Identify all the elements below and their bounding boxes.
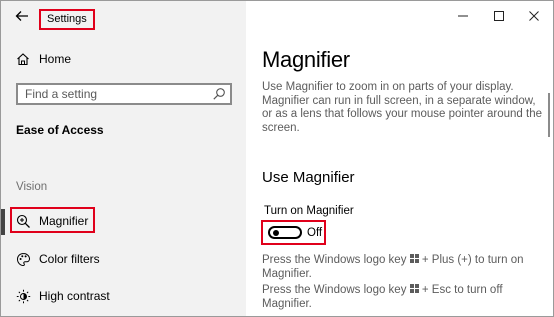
maximize-icon	[494, 11, 504, 21]
home-icon	[14, 50, 32, 68]
high-contrast-icon	[14, 287, 32, 305]
hint-turn-off: Press the Windows logo key + Esc to turn…	[262, 284, 532, 311]
back-arrow-icon	[15, 11, 28, 21]
section-header-vision: Vision	[16, 181, 48, 193]
windows-logo-icon	[409, 284, 419, 293]
close-icon	[529, 11, 539, 21]
main-content: Magnifier Use Magnifier to zoom in on pa…	[246, 1, 553, 316]
hint-text: Press the Windows logo key	[262, 284, 407, 296]
home-label: Home	[39, 52, 72, 66]
page-description: Use Magnifier to zoom in on parts of you…	[262, 81, 542, 134]
settings-window: Settings Home Find a setting Ease of Acc…	[0, 0, 554, 317]
minimize-button[interactable]	[453, 6, 473, 26]
section-title: Use Magnifier	[262, 169, 355, 186]
close-button[interactable]	[524, 6, 544, 26]
window-title: Settings	[39, 9, 95, 30]
toggle-label: Turn on Magnifier	[264, 205, 354, 217]
maximize-button[interactable]	[489, 6, 509, 26]
windows-logo-icon	[409, 254, 419, 263]
search-placeholder: Find a setting	[25, 87, 98, 101]
scrollbar[interactable]	[548, 93, 550, 137]
sidebar-item-home[interactable]: Home	[14, 48, 71, 70]
hint-text: Press the Windows logo key	[262, 254, 407, 266]
category-title: Ease of Access	[16, 123, 104, 137]
highlight-box	[10, 207, 95, 233]
search-icon	[213, 88, 225, 100]
sidebar: Settings Home Find a setting Ease of Acc…	[1, 1, 246, 316]
toggle-knob	[273, 230, 279, 236]
toggle-state: Off	[307, 227, 323, 239]
back-button[interactable]	[11, 5, 33, 27]
sidebar-item-color-filters[interactable]: Color filters	[1, 247, 246, 271]
sidebar-item-label: High contrast	[39, 289, 110, 303]
color-filters-icon	[14, 250, 32, 268]
sidebar-item-high-contrast[interactable]: High contrast	[1, 284, 246, 308]
magnifier-toggle[interactable]	[268, 226, 302, 239]
highlight-box: Off	[261, 220, 326, 245]
minimize-icon	[458, 15, 468, 17]
search-input[interactable]: Find a setting	[16, 83, 232, 105]
hint-turn-on: Press the Windows logo key + Plus (+) to…	[262, 254, 532, 281]
sidebar-item-label: Color filters	[39, 252, 100, 266]
page-title: Magnifier	[262, 47, 350, 72]
